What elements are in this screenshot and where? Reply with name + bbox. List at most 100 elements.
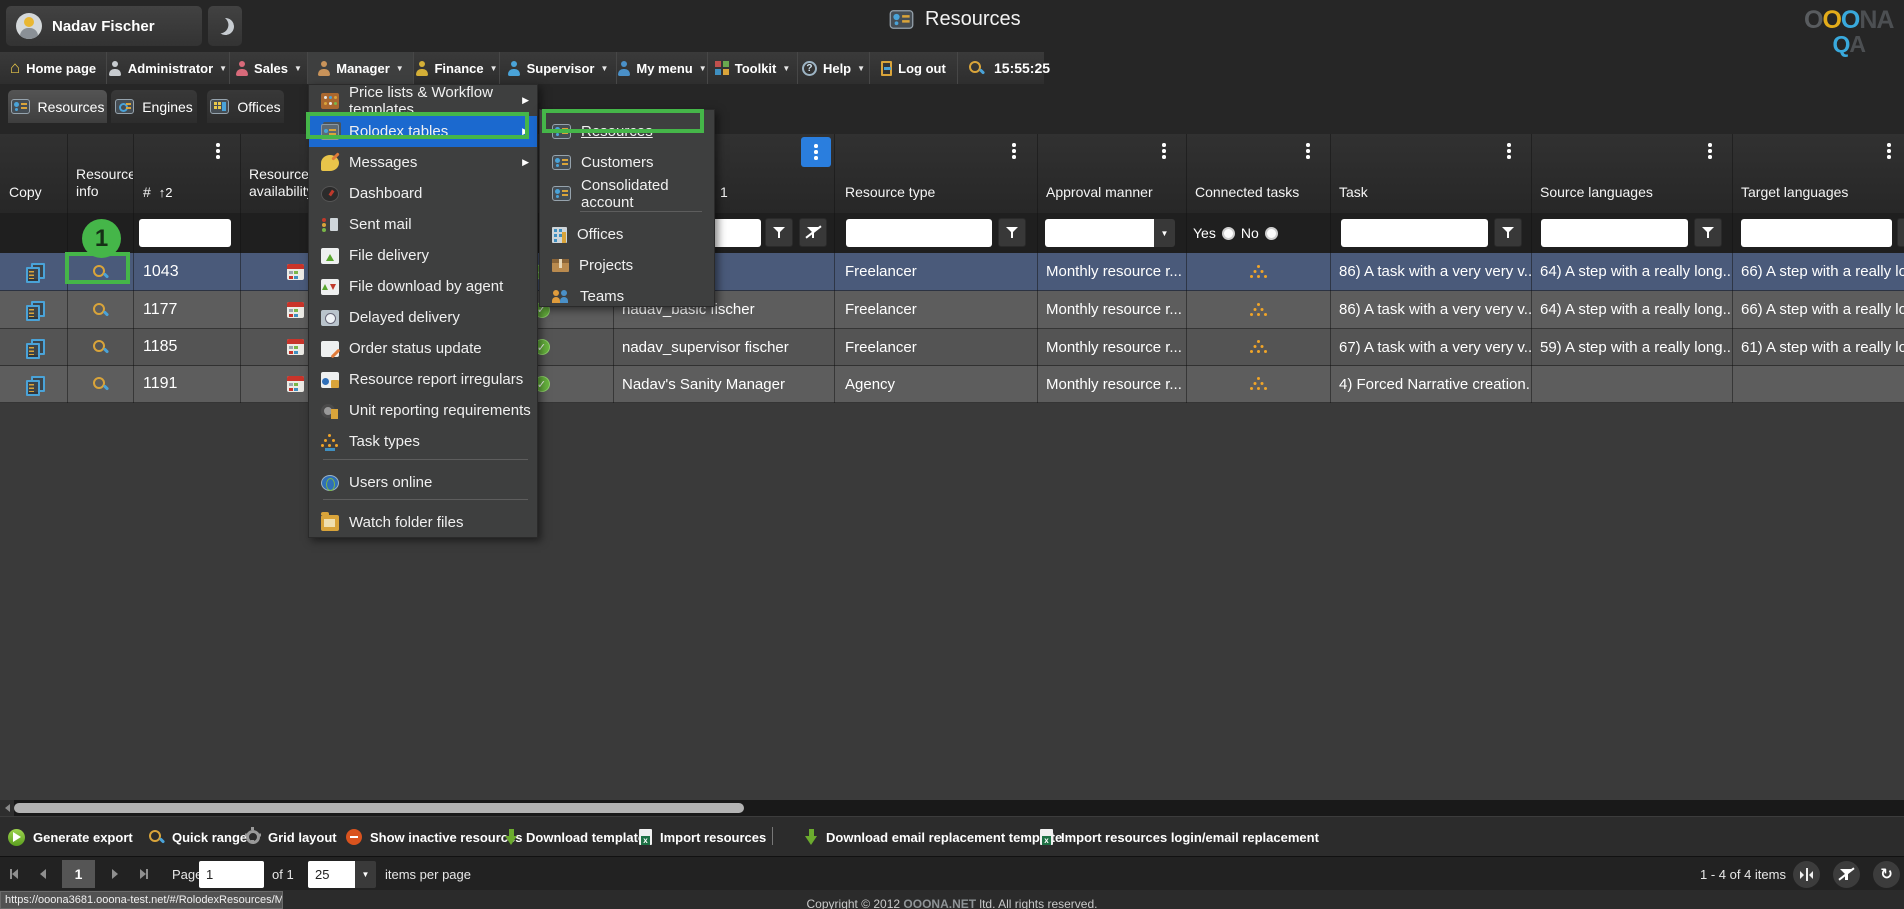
- nav-sales[interactable]: Sales▼: [230, 52, 308, 84]
- nav-supervisor[interactable]: Supervisor▼: [500, 52, 617, 84]
- table-row[interactable]: 1185 ✓ nadav_supervisor fischer Freelanc…: [0, 329, 1904, 366]
- show-inactive-resources-button[interactable]: Show inactive resources: [346, 817, 522, 857]
- filter-input-number[interactable]: [139, 219, 231, 247]
- tab-engines[interactable]: Engines: [111, 90, 197, 123]
- column-menu-icon[interactable]: [1507, 143, 1511, 161]
- filter-funnel-button[interactable]: [1897, 218, 1904, 247]
- last-page-button[interactable]: [140, 857, 148, 891]
- column-menu-icon[interactable]: [1162, 143, 1166, 161]
- column-menu-icon[interactable]: [1306, 143, 1310, 161]
- availability-calendar-icon[interactable]: [287, 264, 304, 280]
- user-chip[interactable]: Nadav Fischer: [6, 6, 202, 46]
- filter-combobox-approval-manner[interactable]: [1045, 219, 1154, 247]
- menu-item-users-online[interactable]: Users online: [309, 467, 537, 498]
- menu-item-watch-folder-files[interactable]: Watch folder files: [309, 507, 537, 538]
- grid-layout-button[interactable]: Grid layout: [246, 817, 337, 857]
- column-header-number[interactable]: # ↑2: [133, 134, 240, 213]
- filter-input-resource-type[interactable]: [846, 219, 992, 247]
- availability-calendar-icon[interactable]: [287, 339, 304, 355]
- submenu-item-offices[interactable]: Offices: [540, 219, 714, 250]
- menu-item-file-download-by-agent[interactable]: File download by agent: [309, 271, 537, 302]
- filter-input-source-languages[interactable]: [1541, 219, 1688, 247]
- menu-item-unit-reporting-requirements[interactable]: Unit reporting requirements: [309, 395, 537, 426]
- combobox-caret-button[interactable]: ▼: [1154, 219, 1175, 247]
- filter-funnel-button[interactable]: [998, 218, 1026, 247]
- nav-manager[interactable]: Manager▼: [308, 52, 414, 84]
- submenu-item-teams[interactable]: Teams: [540, 281, 714, 307]
- download-email-replacement-template-button[interactable]: Download email replacement template: [805, 817, 1062, 857]
- download-template-button[interactable]: Download template: [505, 817, 645, 857]
- tab-resources[interactable]: Resources: [8, 90, 107, 123]
- clear-filters-button[interactable]: [1833, 861, 1860, 888]
- nav-finance[interactable]: Finance▼: [414, 52, 500, 84]
- copy-icon[interactable]: [26, 376, 42, 393]
- page-size-select[interactable]: 25: [308, 861, 355, 888]
- connected-tasks-icon[interactable]: [1250, 340, 1266, 354]
- previous-page-button[interactable]: [40, 857, 46, 891]
- filter-input-task[interactable]: [1341, 219, 1488, 247]
- filter-funnel-button[interactable]: [1494, 218, 1522, 247]
- column-header-copy[interactable]: Copy: [0, 134, 67, 213]
- filter-clear-button[interactable]: [799, 218, 827, 247]
- column-header-resource-info[interactable]: Resource info: [67, 134, 133, 213]
- column-menu-icon[interactable]: [1887, 143, 1891, 161]
- column-header-resource-type[interactable]: Resource type: [834, 134, 1037, 213]
- nav-help[interactable]: ? Help▼: [798, 52, 870, 84]
- scrollbar-thumb[interactable]: [14, 803, 744, 813]
- table-row[interactable]: 1191 ✓ Nadav's Sanity Manager Agency Mon…: [0, 366, 1904, 403]
- menu-item-task-types[interactable]: Task types: [309, 426, 537, 457]
- copy-icon[interactable]: [26, 301, 42, 318]
- resource-info-icon[interactable]: [92, 376, 108, 392]
- copy-icon[interactable]: [26, 339, 42, 356]
- connected-tasks-icon[interactable]: [1250, 265, 1266, 279]
- menu-item-dashboard[interactable]: Dashboard: [309, 178, 537, 209]
- menu-item-messages[interactable]: Messages ▶: [309, 147, 537, 178]
- refresh-button[interactable]: ↻: [1873, 861, 1900, 888]
- column-header-task[interactable]: Task: [1330, 134, 1531, 213]
- connected-tasks-icon[interactable]: [1250, 377, 1266, 391]
- connected-tasks-icon[interactable]: [1250, 303, 1266, 317]
- scroll-left-button[interactable]: [0, 800, 14, 816]
- menu-item-delayed-delivery[interactable]: Delayed delivery: [309, 302, 537, 333]
- radio-yes[interactable]: [1222, 227, 1235, 240]
- resource-info-icon[interactable]: [92, 302, 108, 318]
- table-row[interactable]: 1043 ✓ Freelancer Monthly resource r... …: [0, 253, 1904, 291]
- current-page-button[interactable]: 1: [62, 860, 95, 888]
- tab-offices[interactable]: Offices: [207, 90, 284, 123]
- filter-input-target-languages[interactable]: [1741, 219, 1892, 247]
- submenu-item-projects[interactable]: Projects: [540, 250, 714, 281]
- theme-toggle-button[interactable]: [208, 6, 242, 46]
- submenu-item-customers[interactable]: Customers: [540, 147, 714, 178]
- quick-range-button[interactable]: Quick range: [148, 817, 247, 857]
- column-menu-active-button[interactable]: [801, 137, 831, 167]
- resource-info-icon[interactable]: [92, 339, 108, 355]
- submenu-item-consolidated-account[interactable]: Consolidated account: [540, 178, 714, 209]
- nav-home-page[interactable]: ⌂ Home page: [0, 52, 107, 84]
- filter-funnel-button[interactable]: [765, 218, 793, 247]
- copy-icon[interactable]: [26, 263, 42, 280]
- page-number-input[interactable]: [199, 861, 264, 888]
- filter-funnel-button[interactable]: [1694, 218, 1722, 247]
- column-header-source-languages[interactable]: Source languages: [1531, 134, 1732, 213]
- column-menu-icon[interactable]: [1708, 143, 1712, 161]
- import-resources-button[interactable]: Import resources: [639, 817, 766, 857]
- next-page-button[interactable]: [112, 857, 118, 891]
- radio-no[interactable]: [1265, 227, 1278, 240]
- menu-item-sent-mail[interactable]: Sent mail: [309, 209, 537, 240]
- column-menu-icon[interactable]: [1012, 143, 1016, 161]
- generate-export-button[interactable]: Generate export: [8, 817, 133, 857]
- fit-columns-button[interactable]: [1793, 861, 1820, 888]
- horizontal-scrollbar[interactable]: [0, 800, 1904, 816]
- menu-item-resource-report-irregulars[interactable]: Resource report irregulars: [309, 364, 537, 395]
- page-size-caret[interactable]: ▼: [355, 861, 376, 888]
- first-page-button[interactable]: [10, 857, 18, 891]
- import-resources-login-email-replacement-button[interactable]: Import resources login/email replacement: [1040, 817, 1319, 857]
- nav-my-menu[interactable]: My menu▼: [617, 52, 708, 84]
- column-menu-icon[interactable]: [216, 143, 220, 161]
- table-row[interactable]: 1177 ✓ nadav_basic fischer Freelancer Mo…: [0, 291, 1904, 329]
- nav-log-out[interactable]: Log out: [870, 52, 958, 84]
- nav-toolkit[interactable]: Toolkit▼: [708, 52, 798, 84]
- column-header-target-languages[interactable]: Target languages: [1732, 134, 1904, 213]
- availability-calendar-icon[interactable]: [287, 302, 304, 318]
- nav-administrator[interactable]: Administrator▼: [107, 52, 230, 84]
